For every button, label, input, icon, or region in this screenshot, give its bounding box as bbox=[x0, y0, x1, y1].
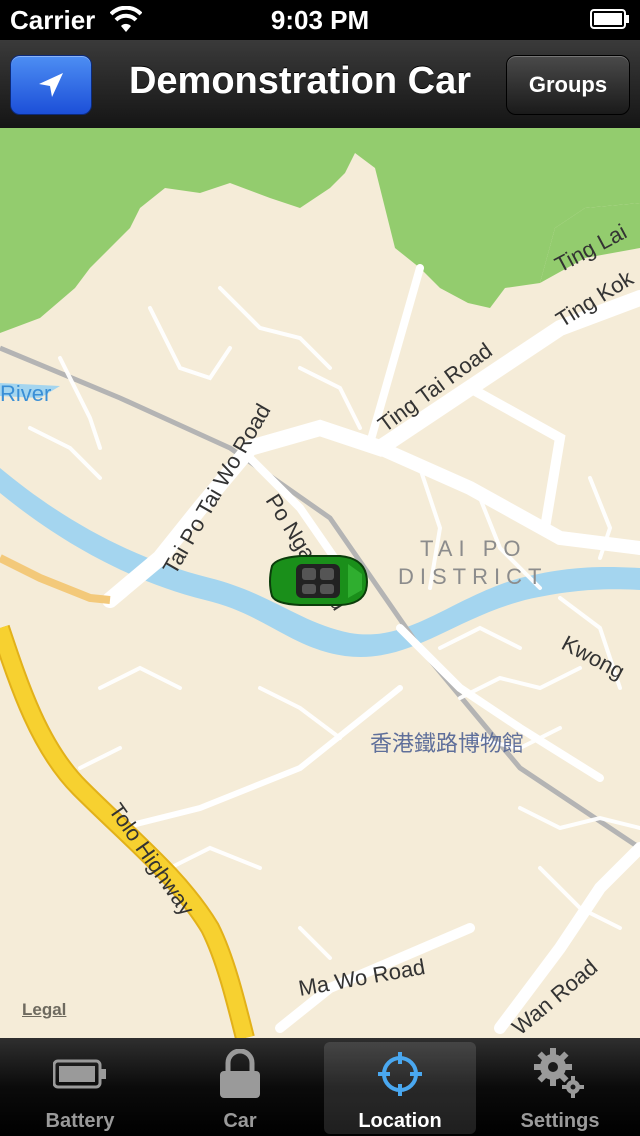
gear-icon bbox=[534, 1048, 584, 1098]
battery-status-icon bbox=[590, 9, 629, 29]
tab-location[interactable]: Location bbox=[324, 1042, 476, 1134]
groups-button[interactable]: Groups bbox=[506, 55, 630, 115]
label-museum: 香港鐵路博物館 bbox=[370, 731, 524, 756]
page-title: Demonstration Car bbox=[128, 60, 472, 102]
road-wan bbox=[494, 842, 640, 1034]
label-district: DISTRICT bbox=[398, 564, 547, 589]
street bbox=[168, 845, 262, 870]
label-tai-po-tai-wo-road: Tai Po Tai Wo Road bbox=[158, 399, 276, 578]
locate-button[interactable] bbox=[10, 55, 92, 115]
street bbox=[28, 426, 102, 480]
park-area bbox=[0, 128, 640, 333]
street bbox=[258, 686, 342, 740]
car-pin-icon[interactable] bbox=[269, 555, 368, 606]
tab-battery[interactable]: Battery bbox=[4, 1042, 156, 1134]
tab-car[interactable]: Car bbox=[164, 1042, 316, 1134]
tab-location-label: Location bbox=[358, 1110, 442, 1132]
road-ting-tai-east bbox=[373, 441, 640, 555]
street bbox=[58, 356, 102, 450]
street bbox=[298, 926, 332, 960]
road-south bbox=[117, 685, 403, 831]
tab-car-label: Car bbox=[223, 1110, 257, 1132]
battery-icon bbox=[53, 1059, 106, 1089]
status-bar: Carrier 9:03 PM bbox=[0, 0, 640, 40]
tab-battery-label: Battery bbox=[45, 1110, 115, 1132]
map-view[interactable]: River Ting Lai Ting Kok Ting Tai Road Ta… bbox=[0, 128, 640, 1038]
street bbox=[148, 306, 232, 381]
street bbox=[298, 366, 362, 430]
street bbox=[98, 665, 182, 690]
street bbox=[458, 666, 582, 700]
label-river: River bbox=[0, 381, 51, 406]
tab-settings[interactable]: Settings bbox=[484, 1042, 636, 1134]
map-canvas[interactable]: River Ting Lai Ting Kok Ting Tai Road Ta… bbox=[0, 128, 640, 1038]
label-tai-po: TAI PO bbox=[420, 536, 527, 561]
legal-link[interactable]: Legal bbox=[22, 1000, 66, 1020]
tab-bar: Battery Car Location Settings bbox=[0, 1038, 640, 1136]
location-arrow-icon bbox=[39, 73, 63, 97]
street bbox=[218, 286, 332, 370]
tab-settings-label: Settings bbox=[520, 1110, 600, 1132]
navigation-bar: Demonstration Car Groups bbox=[0, 40, 640, 129]
label-ma-wo-road: Ma Wo Road bbox=[297, 954, 427, 1001]
street bbox=[438, 625, 522, 650]
crosshair-icon bbox=[378, 1052, 422, 1096]
road-secondary bbox=[0, 554, 111, 604]
status-time: 9:03 PM bbox=[270, 5, 370, 35]
lock-icon bbox=[220, 1049, 260, 1098]
street bbox=[78, 746, 122, 770]
